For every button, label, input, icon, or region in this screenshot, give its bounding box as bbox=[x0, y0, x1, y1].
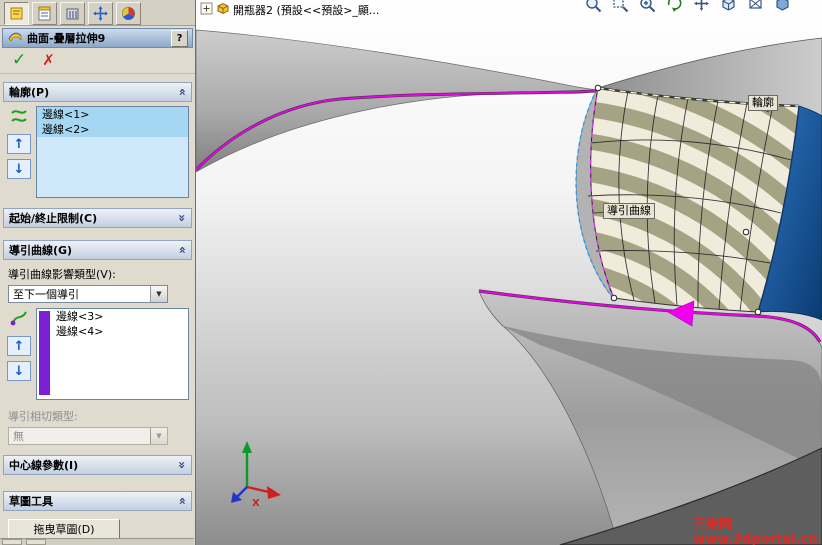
zoom-area-icon[interactable] bbox=[611, 0, 630, 13]
tree-expand-icon[interactable] bbox=[200, 2, 213, 18]
property-manager-panel: 曲面-疊層拉伸9 ? ✓ ✗ 輪廓(P) » ↑ ↓ 邊線<1> 邊線<2> 起… bbox=[0, 0, 196, 545]
guide-selection-icon bbox=[9, 309, 29, 331]
part-icon bbox=[216, 2, 230, 18]
profile-callout[interactable]: 輪廓 bbox=[748, 95, 778, 111]
section-guides-header[interactable]: 導引曲線(G) » bbox=[3, 240, 192, 260]
move-profile-down-button[interactable]: ↓ bbox=[7, 159, 31, 179]
pan-icon[interactable] bbox=[692, 0, 711, 13]
profile-selection-icon bbox=[9, 107, 29, 129]
chevron-up-icon: » bbox=[175, 246, 190, 254]
breadcrumb-text[interactable]: 開瓶器2 (預設<<預設>_顯... bbox=[233, 2, 379, 18]
dropdown-arrow-icon[interactable]: ▼ bbox=[150, 286, 167, 302]
move-guide-down-button[interactable]: ↓ bbox=[7, 361, 31, 381]
graphics-viewport[interactable]: X 開瓶器2 (預設<<預設>_顯... 輪廓 導引曲線 三维网www.3dpo… bbox=[196, 0, 822, 545]
move-profile-up-button[interactable]: ↑ bbox=[7, 134, 31, 154]
zoom-in-icon[interactable] bbox=[638, 0, 657, 13]
guide-curve-callout[interactable]: 導引曲線 bbox=[603, 203, 655, 219]
loft-feature-icon bbox=[7, 28, 23, 48]
rotate-view-icon[interactable] bbox=[665, 0, 684, 13]
section-profiles-label: 輪廓(P) bbox=[9, 86, 50, 99]
triad-y-axis bbox=[242, 441, 252, 453]
guide-tangency-value: 無 bbox=[13, 430, 24, 443]
triad-x-axis bbox=[267, 486, 281, 499]
panel-cutoff-row bbox=[0, 538, 194, 545]
chevron-up-icon: » bbox=[175, 497, 190, 505]
section-profiles-header[interactable]: 輪廓(P) » bbox=[3, 82, 192, 102]
section-start-end-label: 起始/終止限制(C) bbox=[9, 212, 98, 225]
section-sketch-tools-header[interactable]: 草圖工具 » bbox=[3, 491, 192, 511]
shaded-view-icon[interactable] bbox=[773, 0, 792, 13]
guide-influence-label: 導引曲線影響類型(V): bbox=[8, 268, 116, 281]
feature-title: 曲面-疊層拉伸9 bbox=[27, 32, 106, 45]
view-toolbar bbox=[584, 0, 792, 13]
list-item[interactable]: 邊線<4> bbox=[37, 324, 188, 339]
dropdown-arrow-icon: ▼ bbox=[150, 428, 167, 444]
profiles-listbox[interactable]: 邊線<1> 邊線<2> bbox=[36, 106, 189, 198]
move-resize-icon[interactable] bbox=[88, 2, 113, 25]
chevron-up-icon: » bbox=[175, 88, 190, 96]
zoom-fit-icon[interactable] bbox=[584, 0, 603, 13]
guides-controls: ↑ ↓ bbox=[6, 308, 32, 400]
list-item[interactable]: 邊線<2> bbox=[37, 122, 188, 137]
list-item[interactable]: 邊線<3> bbox=[37, 309, 188, 324]
message-note-icon[interactable] bbox=[4, 2, 29, 25]
upper-arm-surface[interactable] bbox=[196, 29, 598, 173]
section-sketch-tools-label: 草圖工具 bbox=[9, 495, 53, 508]
guides-listbox[interactable]: 邊線<3> 邊線<4> bbox=[36, 308, 189, 400]
profiles-controls: ↑ ↓ bbox=[6, 106, 32, 198]
cad-model: X bbox=[196, 29, 822, 545]
solidworks-window: 曲面-疊層拉伸9 ? ✓ ✗ 輪廓(P) » ↑ ↓ 邊線<1> 邊線<2> 起… bbox=[0, 0, 822, 545]
panel-tab-strip bbox=[0, 0, 195, 26]
design-binder-icon[interactable] bbox=[60, 2, 85, 25]
section-guides-label: 導引曲線(G) bbox=[9, 244, 73, 257]
favorites-icon[interactable] bbox=[32, 2, 57, 25]
section-centerline-label: 中心線參數(I) bbox=[9, 459, 79, 472]
flyout-feature-tree[interactable]: 開瓶器2 (預設<<預設>_顯... bbox=[200, 2, 379, 18]
chevron-down-icon: » bbox=[175, 214, 190, 222]
chevron-down-icon: » bbox=[175, 461, 190, 469]
drag-sketch-button[interactable]: 拖曳草圖(D) bbox=[8, 519, 120, 539]
guides-body: ↑ ↓ 邊線<3> 邊線<4> bbox=[6, 308, 189, 400]
list-item[interactable]: 邊線<1> bbox=[37, 107, 188, 122]
profiles-body: ↑ ↓ 邊線<1> 邊線<2> bbox=[6, 106, 189, 198]
section-centerline-header[interactable]: 中心線參數(I) » bbox=[3, 455, 192, 475]
move-guide-up-button[interactable]: ↑ bbox=[7, 336, 31, 356]
guide-tangency-label: 導引相切類型: bbox=[8, 410, 78, 423]
cancel-button[interactable]: ✗ bbox=[42, 53, 55, 68]
triad-x-label: X bbox=[252, 498, 260, 509]
standard-views-icon[interactable] bbox=[719, 0, 738, 13]
feature-title-bar: 曲面-疊層拉伸9 ? bbox=[2, 28, 193, 48]
section-start-end-header[interactable]: 起始/終止限制(C) » bbox=[3, 208, 192, 228]
origin-triad: X bbox=[231, 441, 281, 509]
guide-color-swatch bbox=[39, 311, 50, 395]
guide-tangency-dropdown: 無 ▼ bbox=[8, 427, 168, 445]
appearances-icon[interactable] bbox=[116, 2, 141, 25]
guide-influence-value: 至下一個導引 bbox=[13, 288, 79, 301]
confirm-bar: ✓ ✗ bbox=[0, 48, 195, 74]
wireframe-icon[interactable] bbox=[746, 0, 765, 13]
help-button[interactable]: ? bbox=[171, 29, 188, 47]
ok-button[interactable]: ✓ bbox=[12, 52, 26, 69]
guide-influence-dropdown[interactable]: 至下一個導引 ▼ bbox=[8, 285, 168, 303]
watermark-text: 三维网www.3dportal.cn bbox=[693, 517, 818, 545]
